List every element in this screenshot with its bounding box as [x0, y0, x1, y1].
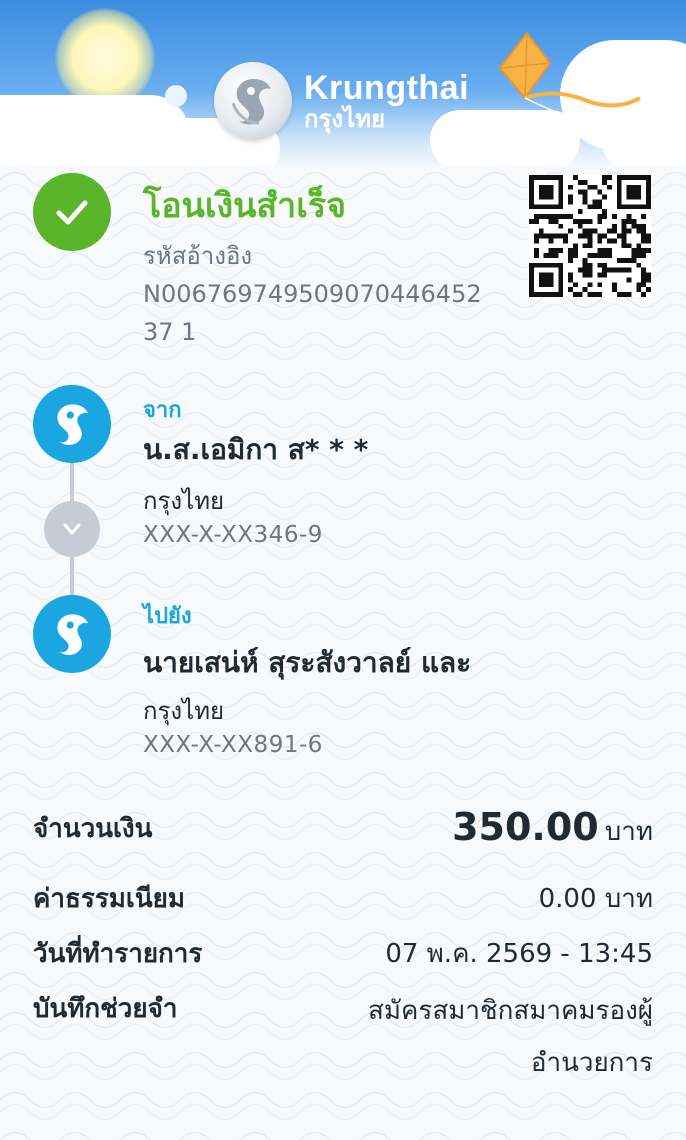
brand-name-th: กรุงไทย — [304, 105, 386, 133]
from-label: จาก — [143, 398, 182, 423]
sender-name: น.ส.เอมิกา ส* * * — [143, 433, 369, 466]
success-checkmark-icon — [33, 173, 111, 251]
memo-label: บันทึกช่วยจำ — [33, 994, 178, 1024]
amount-unit: บาท — [604, 817, 653, 847]
reference-number: N00676974950907044645237 1 — [143, 280, 482, 346]
sender-bank: กรุงไทย — [143, 487, 225, 515]
brand-name-en: Krungthai — [304, 69, 470, 107]
reference-label: รหัสอ้างอิง — [143, 242, 253, 270]
krungthai-bird-icon — [214, 62, 292, 140]
fee-value: 0.00 บาท — [538, 884, 653, 914]
kite-icon — [498, 31, 641, 129]
to-label: ไปยัง — [143, 604, 192, 629]
amount-label: จำนวนเงิน — [33, 814, 153, 844]
receiver-account: XXX-X-XX891-6 — [143, 732, 323, 758]
date-value: 07 พ.ค. 2569 - 13:45 — [385, 939, 653, 969]
amount-number: 350.00 — [452, 805, 599, 849]
krungthai-logo: Krungthai กรุงไทย — [214, 62, 469, 140]
status-title: โอนเงินสำเร็จ — [143, 186, 347, 226]
receiver-bank: กรุงไทย — [143, 697, 225, 725]
brand-header: Krungthai กรุงไทย — [0, 0, 686, 165]
qr-code-icon[interactable] — [529, 175, 651, 297]
amount-value: 350.00 บาท — [452, 805, 653, 852]
sender-bank-icon — [33, 385, 111, 463]
cloud-decoration — [165, 85, 187, 107]
memo-value: สมัครสมาชิกสมาคมรองผู้อำนวยการ — [367, 996, 653, 1078]
date-label: วันที่ทำรายการ — [33, 939, 203, 969]
transfer-connector-line — [70, 557, 74, 595]
receiver-name: นายเสน่ห์ สุระสังวาลย์ และ — [143, 646, 472, 679]
sender-account: XXX-X-XX346-9 — [143, 522, 323, 548]
sun-decoration — [55, 8, 155, 108]
fee-label: ค่าธรรมเนียม — [33, 884, 185, 914]
transfer-connector-line — [70, 463, 74, 501]
receiver-bank-icon — [33, 595, 111, 673]
chevron-down-icon[interactable] — [44, 501, 100, 557]
